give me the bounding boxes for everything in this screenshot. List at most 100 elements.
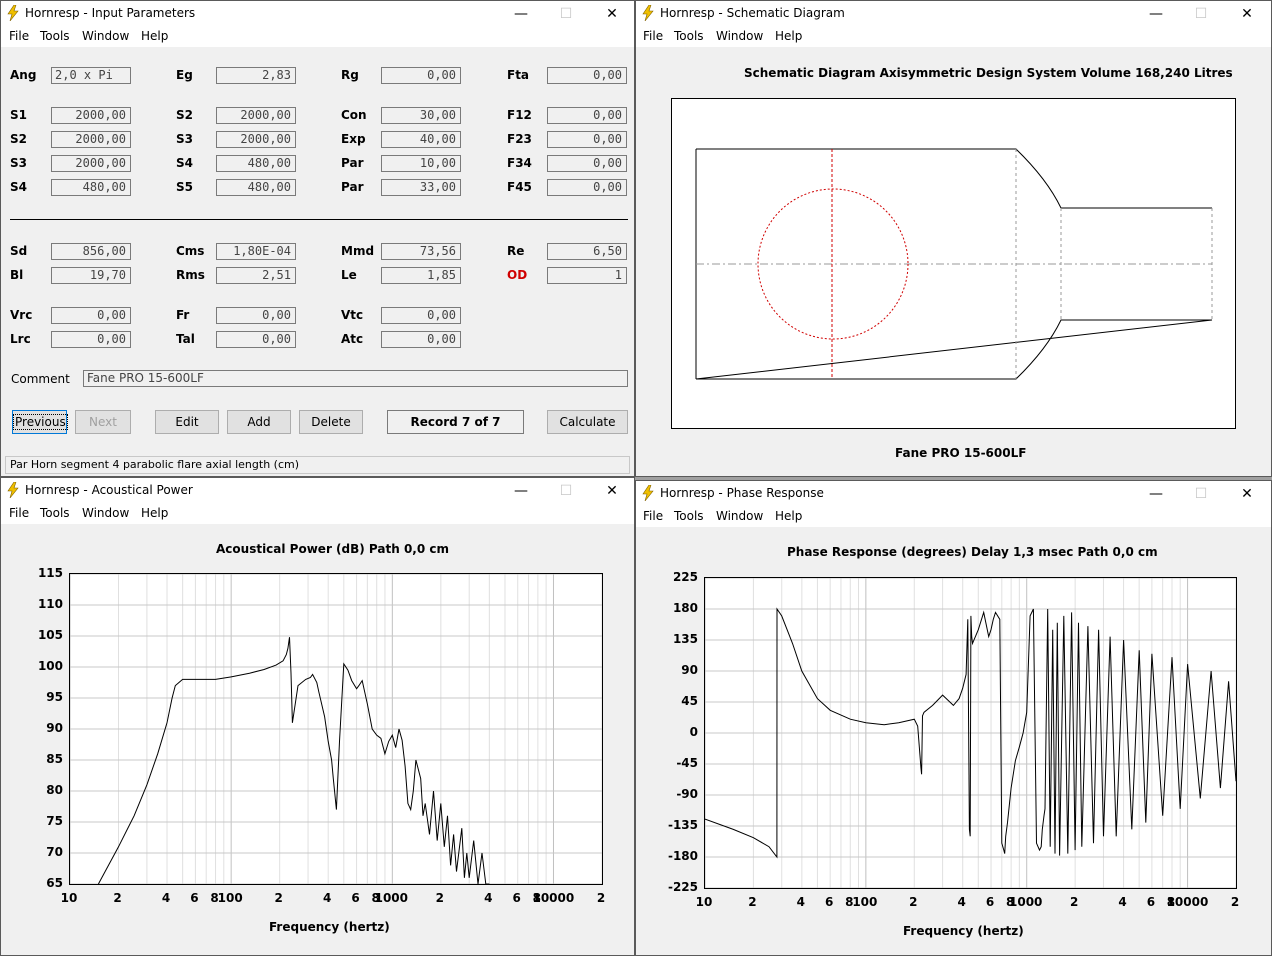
schematic-canvas (671, 98, 1236, 429)
param-field-f34[interactable]: 0,00 (547, 155, 627, 172)
y-tick-label: 0 (689, 725, 698, 739)
param-field-s2[interactable]: 2000,00 (51, 131, 131, 148)
param-label-f34: F34 (507, 156, 532, 170)
param-field-sd[interactable]: 856,00 (51, 243, 131, 260)
param-field-f45[interactable]: 0,00 (547, 179, 627, 196)
schematic-titlebar[interactable]: Hornresp - Schematic Diagram — ☐ ✕ (636, 1, 1271, 27)
param-label-atc: Atc (341, 332, 364, 346)
param-field-exp[interactable]: 40,00 (381, 131, 461, 148)
param-field-s3[interactable]: 2000,00 (51, 155, 131, 172)
y-tick-label: 135 (672, 632, 698, 646)
x-tick-label: 10 (60, 891, 78, 905)
param-label-od: OD (507, 268, 528, 282)
param-label-s5: S5 (176, 180, 193, 194)
param-field-eg[interactable]: 2,83 (216, 67, 296, 84)
param-label-exp: Exp (341, 132, 366, 146)
menu-tools[interactable]: Tools (674, 29, 704, 43)
param-field-vrc[interactable]: 0,00 (51, 307, 131, 324)
comment-field[interactable]: Fane PRO 15-600LF (83, 370, 628, 387)
param-field-vtc[interactable]: 0,00 (381, 307, 461, 324)
param-field-s5[interactable]: 480,00 (216, 179, 296, 196)
param-label-f23: F23 (507, 132, 532, 146)
param-label-eg: Eg (176, 68, 193, 82)
param-label-re: Re (507, 244, 525, 258)
maximize-button[interactable]: ☐ (1186, 4, 1216, 24)
menu-window[interactable]: Window (82, 29, 129, 43)
param-field-fta[interactable]: 0,00 (547, 67, 627, 84)
menu-file[interactable]: File (9, 29, 29, 43)
param-field-bl[interactable]: 19,70 (51, 267, 131, 284)
comment-label: Comment (11, 372, 70, 386)
menubar: File Tools Window Help (636, 27, 1271, 48)
param-field-s4[interactable]: 480,00 (51, 179, 131, 196)
param-field-rms[interactable]: 2,51 (216, 267, 296, 284)
calculate-button[interactable]: Calculate (547, 410, 628, 434)
minimize-button[interactable]: — (1141, 4, 1171, 24)
y-tick-label: 225 (672, 570, 698, 584)
y-tick-label: 105 (37, 628, 63, 642)
y-tick-label: -90 (676, 787, 698, 801)
param-field-atc[interactable]: 0,00 (381, 331, 461, 348)
edit-button[interactable]: Edit (155, 410, 219, 434)
y-tick-label: 95 (46, 690, 63, 704)
param-label-par: Par (341, 156, 364, 170)
add-button[interactable]: Add (227, 410, 291, 434)
y-tick-label: -180 (667, 849, 698, 863)
plot-area (69, 573, 603, 885)
param-field-le[interactable]: 1,85 (381, 267, 461, 284)
schematic-heading: Schematic Diagram Axisymmetric Design Sy… (744, 66, 1233, 80)
y-tick-label: 90 (46, 721, 63, 735)
close-button[interactable]: ✕ (597, 4, 627, 24)
y-tick-label: 180 (672, 601, 698, 615)
param-field-s3[interactable]: 2000,00 (216, 131, 296, 148)
previous-button[interactable]: Previous (12, 410, 68, 434)
delete-button[interactable]: Delete (299, 410, 363, 434)
param-label-rg: Rg (341, 68, 359, 82)
x-tick-label: 10000 (1166, 895, 1209, 909)
param-field-rg[interactable]: 0,00 (381, 67, 461, 84)
acoustical-power-window: Hornresp - Acoustical Power — ☐ ✕ File T… (0, 477, 635, 956)
param-field-ang[interactable]: 2,0 x Pi (51, 67, 131, 84)
input-titlebar[interactable]: Hornresp - Input Parameters — ☐ ✕ (1, 1, 634, 27)
param-field-fr[interactable]: 0,00 (216, 307, 296, 324)
param-label-sd: Sd (10, 244, 28, 258)
param-label-f45: F45 (507, 180, 532, 194)
param-field-mmd[interactable]: 73,56 (381, 243, 461, 260)
next-button[interactable]: Next (75, 410, 131, 434)
y-tick-label: 85 (46, 752, 63, 766)
param-field-par[interactable]: 10,00 (381, 155, 461, 172)
param-field-f12[interactable]: 0,00 (547, 107, 627, 124)
acoustical-power-chart: Acoustical Power (dB) Path 0,0 cm 115 110 1… (1, 478, 634, 955)
param-label-vrc: Vrc (10, 308, 33, 322)
param-label-fta: Fta (507, 68, 530, 82)
param-field-cms[interactable]: 1,80E-04 (216, 243, 296, 260)
menu-help[interactable]: Help (141, 29, 168, 43)
menu-window[interactable]: Window (716, 29, 763, 43)
maximize-button[interactable]: ☐ (551, 4, 581, 24)
param-label-s4: S4 (176, 156, 193, 170)
param-field-re[interactable]: 6,50 (547, 243, 627, 260)
param-field-par[interactable]: 33,00 (381, 179, 461, 196)
param-field-con[interactable]: 30,00 (381, 107, 461, 124)
param-field-s2[interactable]: 2000,00 (216, 107, 296, 124)
x-tick-label: 2 (1230, 895, 1240, 909)
menu-file[interactable]: File (643, 29, 663, 43)
menu-help[interactable]: Help (775, 29, 802, 43)
param-field-od[interactable]: 1 (547, 267, 627, 284)
param-field-s4[interactable]: 480,00 (216, 155, 296, 172)
y-tick-label: -135 (667, 818, 698, 832)
param-field-s1[interactable]: 2000,00 (51, 107, 131, 124)
close-button[interactable]: ✕ (1232, 4, 1262, 24)
param-field-tal[interactable]: 0,00 (216, 331, 296, 348)
param-label-s1: S1 (10, 108, 27, 122)
param-field-lrc[interactable]: 0,00 (51, 331, 131, 348)
y-tick-label: -225 (667, 880, 698, 894)
param-label-fr: Fr (176, 308, 190, 322)
series-line (97, 637, 490, 884)
menu-tools[interactable]: Tools (40, 29, 70, 43)
minimize-button[interactable]: — (506, 4, 536, 24)
y-tick-label: 80 (46, 783, 63, 797)
x-tick-label: 2 (909, 895, 918, 909)
param-field-f23[interactable]: 0,00 (547, 131, 627, 148)
window-title: Hornresp - Schematic Diagram (660, 6, 845, 20)
